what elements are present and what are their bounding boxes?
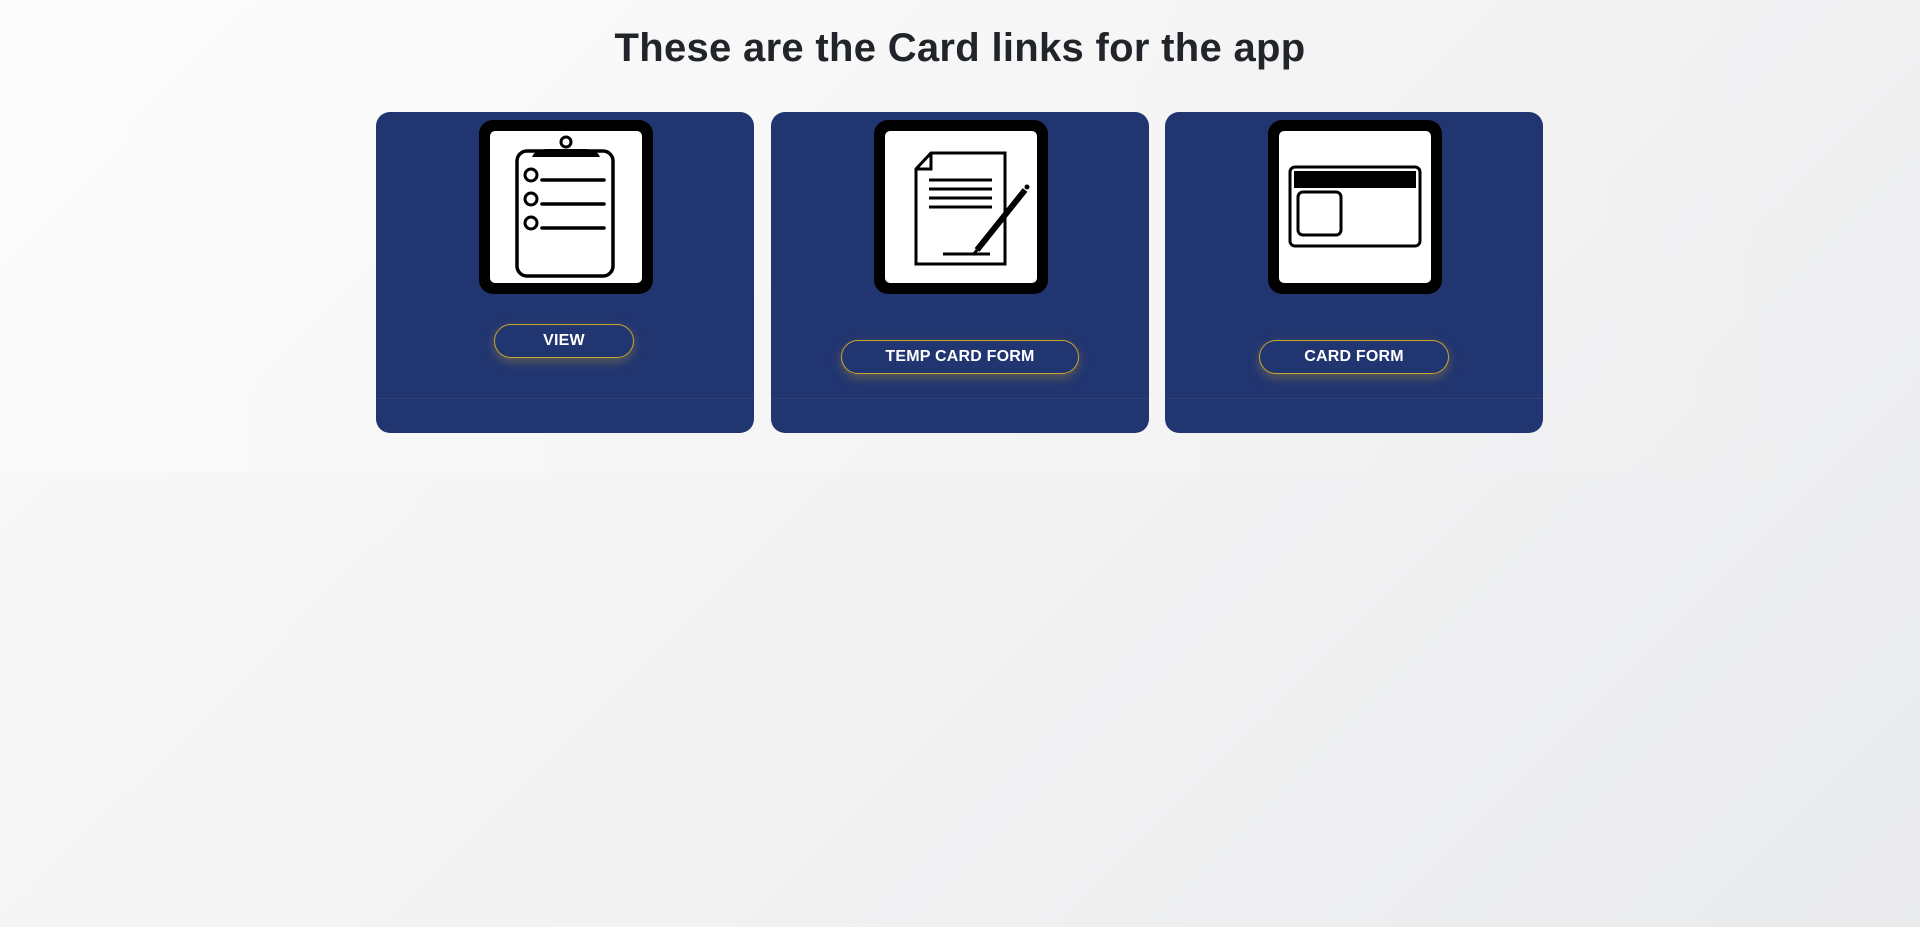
card-icon-frame xyxy=(479,120,653,294)
temp-card-form-button[interactable]: TEMP CARD FORM xyxy=(841,340,1079,374)
card-form-button[interactable]: CARD FORM xyxy=(1259,340,1449,374)
card-icon-frame xyxy=(874,120,1048,294)
card-card-form[interactable]: CARD FORM xyxy=(1165,112,1543,433)
id-card-icon xyxy=(1288,165,1422,248)
view-button[interactable]: VIEW xyxy=(494,324,634,358)
card-icon-frame xyxy=(1268,120,1442,294)
clipboard-checklist-icon xyxy=(515,135,615,278)
card-temp-card-form[interactable]: TEMP CARD FORM xyxy=(771,112,1149,433)
card-view[interactable]: VIEW xyxy=(376,112,754,433)
document-pencil-icon xyxy=(914,151,1030,266)
page-title: These are the Card links for the app xyxy=(614,26,1306,70)
